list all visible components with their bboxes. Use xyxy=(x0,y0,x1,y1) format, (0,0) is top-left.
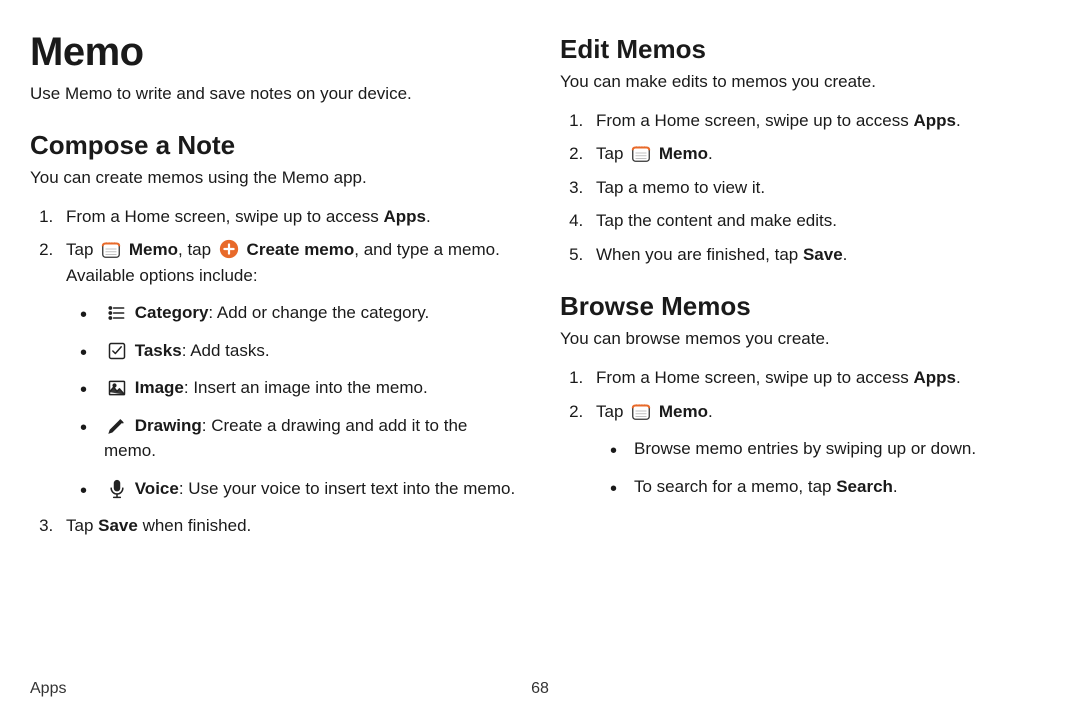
memo-icon xyxy=(630,142,652,164)
footer-section: Apps xyxy=(30,680,66,698)
memo-label: Memo xyxy=(129,240,178,259)
edit-heading: Edit Memos xyxy=(560,34,1050,65)
compose-step-2: Tap Memo, tap Create memo, and type a me… xyxy=(58,237,520,501)
option-image: Image: Insert an image into the memo. xyxy=(94,375,520,401)
create-memo-icon xyxy=(218,238,240,260)
browse-lead: You can browse memos you create. xyxy=(560,328,1050,351)
edit-step-1: From a Home screen, swipe up to access A… xyxy=(588,108,1050,134)
option-tasks: Tasks: Add tasks. xyxy=(94,338,520,364)
edit-step-3: Tap a memo to view it. xyxy=(588,175,1050,201)
compose-step-1: From a Home screen, swipe up to access A… xyxy=(58,204,520,230)
save-label: Save xyxy=(98,516,138,535)
edit-steps: From a Home screen, swipe up to access A… xyxy=(560,108,1050,268)
compose-heading: Compose a Note xyxy=(30,130,520,161)
browse-step-1: From a Home screen, swipe up to access A… xyxy=(588,365,1050,391)
intro-text: Use Memo to write and save notes on your… xyxy=(30,83,520,106)
page-title: Memo xyxy=(30,30,520,75)
edit-step-5: When you are finished, tap Save. xyxy=(588,242,1050,268)
compose-steps: From a Home screen, swipe up to access A… xyxy=(30,204,520,539)
image-icon xyxy=(106,377,128,399)
compose-step-3: Tap Save when finished. xyxy=(58,513,520,539)
compose-lead: You can create memos using the Memo app. xyxy=(30,167,520,190)
voice-icon xyxy=(106,478,128,500)
browse-heading: Browse Memos xyxy=(560,291,1050,322)
browse-bullet-1: Browse memo entries by swiping up or dow… xyxy=(624,436,1050,462)
apps-label: Apps xyxy=(383,207,426,226)
category-icon xyxy=(106,302,128,324)
browse-bullet-2: To search for a memo, tap Search. xyxy=(624,474,1050,500)
browse-step-2: Tap Memo. Browse memo entries by swiping… xyxy=(588,399,1050,500)
tasks-icon xyxy=(106,340,128,362)
edit-step-2: Tap Memo. xyxy=(588,141,1050,167)
create-memo-label: Create memo xyxy=(247,240,355,259)
memo-icon xyxy=(630,400,652,422)
option-drawing: Drawing: Create a drawing and add it to … xyxy=(94,413,520,464)
page-number: 68 xyxy=(531,680,549,698)
drawing-icon xyxy=(106,415,128,437)
option-voice: Voice: Use your voice to insert text int… xyxy=(94,476,520,502)
edit-step-4: Tap the content and make edits. xyxy=(588,208,1050,234)
memo-icon xyxy=(100,238,122,260)
edit-lead: You can make edits to memos you create. xyxy=(560,71,1050,94)
browse-steps: From a Home screen, swipe up to access A… xyxy=(560,365,1050,499)
compose-options: Category: Add or change the category. Ta… xyxy=(66,300,520,501)
option-category: Category: Add or change the category. xyxy=(94,300,520,326)
browse-bullets: Browse memo entries by swiping up or dow… xyxy=(596,436,1050,499)
